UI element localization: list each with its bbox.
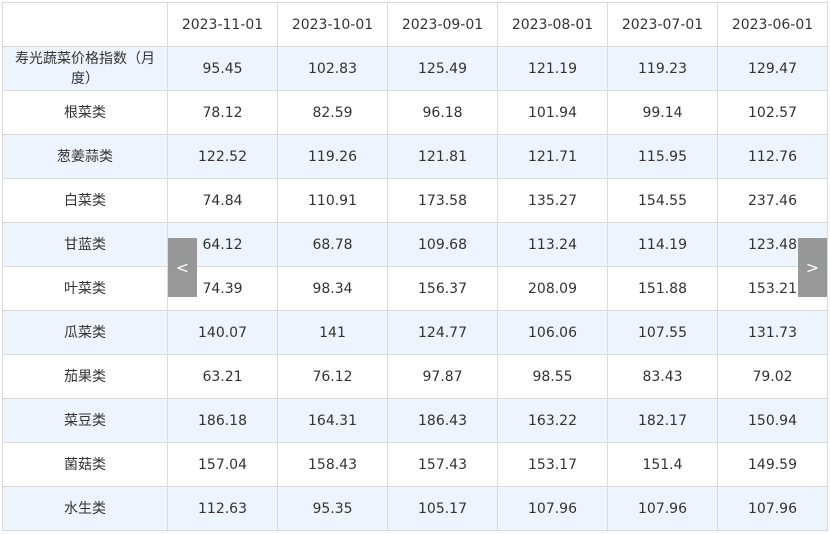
value-cell: 121.71 <box>497 134 608 179</box>
table-row: 葱姜蒜类 122.52 119.26 121.81 121.71 115.95 … <box>2 134 828 179</box>
table-row: 寿光蔬菜价格指数（月度） 95.45 102.83 125.49 121.19 … <box>2 46 828 91</box>
row-label-cell: 甘蓝类 <box>2 222 168 267</box>
value-cell: 121.19 <box>497 46 608 91</box>
value-cell: 107.55 <box>607 310 718 355</box>
table-row: 瓜菜类 140.07 141 124.77 106.06 107.55 131.… <box>2 310 828 355</box>
value-cell: 149.59 <box>717 442 828 487</box>
value-cell: 82.59 <box>277 90 388 135</box>
value-cell: 95.35 <box>277 486 388 531</box>
value-cell: 68.78 <box>277 222 388 267</box>
value-cell: 95.45 <box>167 46 278 91</box>
value-cell: 112.63 <box>167 486 278 531</box>
table-row: 水生类 112.63 95.35 105.17 107.96 107.96 10… <box>2 486 828 531</box>
chevron-left-icon: < <box>175 258 190 277</box>
value-cell: 124.77 <box>387 310 498 355</box>
value-cell: 125.49 <box>387 46 498 91</box>
value-cell: 129.47 <box>717 46 828 91</box>
column-header-date: 2023-06-01 <box>717 2 828 47</box>
row-label-cell: 寿光蔬菜价格指数（月度） <box>2 46 168 91</box>
value-cell: 140.07 <box>167 310 278 355</box>
value-cell: 186.43 <box>387 398 498 443</box>
value-cell: 76.12 <box>277 354 388 399</box>
value-cell: 113.24 <box>497 222 608 267</box>
scroll-right-button[interactable]: > <box>798 238 827 297</box>
value-cell: 83.43 <box>607 354 718 399</box>
table-header-row: 2023-11-01 2023-10-01 2023-09-01 2023-08… <box>2 2 828 47</box>
value-cell: 98.34 <box>277 266 388 311</box>
value-cell: 107.96 <box>607 486 718 531</box>
row-label-cell: 菜豆类 <box>2 398 168 443</box>
value-cell: 208.09 <box>497 266 608 311</box>
row-label-cell: 菌菇类 <box>2 442 168 487</box>
value-cell: 163.22 <box>497 398 608 443</box>
price-index-table: 2023-11-01 2023-10-01 2023-09-01 2023-08… <box>2 2 828 531</box>
value-cell: 122.52 <box>167 134 278 179</box>
value-cell: 121.81 <box>387 134 498 179</box>
table-row: 菜豆类 186.18 164.31 186.43 163.22 182.17 1… <box>2 398 828 443</box>
price-index-table-container: 2023-11-01 2023-10-01 2023-09-01 2023-08… <box>0 0 830 534</box>
table-row: 叶菜类 74.39 98.34 156.37 208.09 151.88 153… <box>2 266 828 311</box>
table-row: 甘蓝类 64.12 68.78 109.68 113.24 114.19 123… <box>2 222 828 267</box>
value-cell: 107.96 <box>717 486 828 531</box>
value-cell: 106.06 <box>497 310 608 355</box>
column-header-date: 2023-07-01 <box>607 2 718 47</box>
value-cell: 237.46 <box>717 178 828 223</box>
value-cell: 99.14 <box>607 90 718 135</box>
value-cell: 164.31 <box>277 398 388 443</box>
value-cell: 115.95 <box>607 134 718 179</box>
value-cell: 157.04 <box>167 442 278 487</box>
row-label-cell: 水生类 <box>2 486 168 531</box>
table-row: 菌菇类 157.04 158.43 157.43 153.17 151.4 14… <box>2 442 828 487</box>
value-cell: 186.18 <box>167 398 278 443</box>
value-cell: 63.21 <box>167 354 278 399</box>
column-header-date: 2023-11-01 <box>167 2 278 47</box>
value-cell: 135.27 <box>497 178 608 223</box>
value-cell: 105.17 <box>387 486 498 531</box>
row-label-cell: 茄果类 <box>2 354 168 399</box>
value-cell: 153.17 <box>497 442 608 487</box>
value-cell: 158.43 <box>277 442 388 487</box>
value-cell: 119.23 <box>607 46 718 91</box>
chevron-right-icon: > <box>805 258 820 277</box>
value-cell: 119.26 <box>277 134 388 179</box>
row-label-cell: 白菜类 <box>2 178 168 223</box>
column-header-date: 2023-10-01 <box>277 2 388 47</box>
scroll-left-button[interactable]: < <box>168 238 197 297</box>
value-cell: 98.55 <box>497 354 608 399</box>
value-cell: 151.88 <box>607 266 718 311</box>
column-header-date: 2023-08-01 <box>497 2 608 47</box>
row-label-cell: 葱姜蒜类 <box>2 134 168 179</box>
value-cell: 131.73 <box>717 310 828 355</box>
header-corner-cell <box>2 2 168 47</box>
value-cell: 151.4 <box>607 442 718 487</box>
value-cell: 154.55 <box>607 178 718 223</box>
value-cell: 109.68 <box>387 222 498 267</box>
table-row: 根菜类 78.12 82.59 96.18 101.94 99.14 102.5… <box>2 90 828 135</box>
value-cell: 150.94 <box>717 398 828 443</box>
value-cell: 74.84 <box>167 178 278 223</box>
value-cell: 156.37 <box>387 266 498 311</box>
value-cell: 110.91 <box>277 178 388 223</box>
value-cell: 79.02 <box>717 354 828 399</box>
value-cell: 97.87 <box>387 354 498 399</box>
row-label-cell: 瓜菜类 <box>2 310 168 355</box>
value-cell: 173.58 <box>387 178 498 223</box>
value-cell: 107.96 <box>497 486 608 531</box>
value-cell: 157.43 <box>387 442 498 487</box>
value-cell: 182.17 <box>607 398 718 443</box>
value-cell: 102.57 <box>717 90 828 135</box>
table-row: 茄果类 63.21 76.12 97.87 98.55 83.43 79.02 <box>2 354 828 399</box>
row-label-cell: 根菜类 <box>2 90 168 135</box>
value-cell: 78.12 <box>167 90 278 135</box>
row-label-cell: 叶菜类 <box>2 266 168 311</box>
value-cell: 101.94 <box>497 90 608 135</box>
column-header-date: 2023-09-01 <box>387 2 498 47</box>
value-cell: 96.18 <box>387 90 498 135</box>
value-cell: 112.76 <box>717 134 828 179</box>
table-row: 白菜类 74.84 110.91 173.58 135.27 154.55 23… <box>2 178 828 223</box>
value-cell: 114.19 <box>607 222 718 267</box>
value-cell: 141 <box>277 310 388 355</box>
value-cell: 102.83 <box>277 46 388 91</box>
